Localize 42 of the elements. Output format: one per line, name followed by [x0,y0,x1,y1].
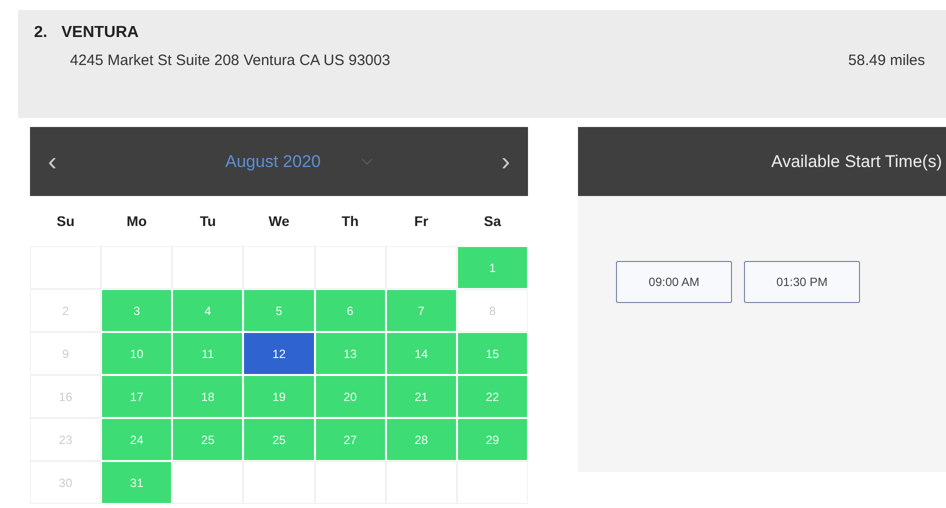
calendar-day[interactable]: 21 [386,375,457,418]
calendar-day[interactable]: 17 [101,375,172,418]
calendar-day[interactable]: 4 [172,289,244,332]
calendar-day[interactable]: 1 [456,246,528,289]
location-distance: 58.49 miles [848,52,925,69]
weekday-label: Tu [198,212,217,231]
calendar-day[interactable]: 5 [243,289,315,332]
calendar-day[interactable]: 25 [243,418,315,461]
calendar-day[interactable]: 24 [101,418,172,461]
weekday-label: Fr [413,212,430,231]
times-title: Available Start Time(s) [771,152,942,172]
calendar-day[interactable]: 29 [456,418,528,461]
previous-month-button[interactable]: ‹ [44,146,61,177]
calendar-day[interactable]: 22 [456,375,528,418]
calendar-day[interactable]: 7 [386,289,457,332]
calendar-day[interactable]: 11 [172,332,244,375]
month-title[interactable]: August 2020 [225,152,321,172]
calendar-day[interactable]: 13 [314,332,386,375]
calendar-day[interactable]: 3 [101,289,172,332]
calendar-day[interactable]: 19 [243,375,315,418]
location-number: 2. [34,24,48,42]
calendar-day[interactable]: 28 [386,418,457,461]
calendar-day[interactable]: 14 [386,332,457,375]
weekday-label: Sa [482,212,502,231]
time-slot-button[interactable]: 01:30 PM [744,261,860,303]
weekday-label: Th [340,212,360,231]
calendar-day[interactable]: 15 [456,332,528,375]
weekday-label: Su [56,212,76,231]
calendar-day[interactable]: 27 [314,418,386,461]
calendar-day[interactable]: 12 [243,332,315,375]
calendar-day[interactable]: 25 [172,418,244,461]
location-name: VENTURA [61,24,139,42]
time-slot-button[interactable]: 09:00 AM [616,261,732,303]
calendar-day[interactable]: 10 [101,332,172,375]
weekday-label: Mo [126,212,148,231]
calendar-day[interactable]: 6 [314,289,386,332]
calendar-day[interactable]: 20 [314,375,386,418]
next-month-button[interactable]: › [497,146,514,177]
weekday-label: We [268,212,290,231]
calendar-day[interactable]: 18 [172,375,244,418]
location-address: 4245 Market St Suite 208 Ventura CA US 93003 [70,52,390,69]
calendar-day[interactable]: 31 [101,461,172,504]
